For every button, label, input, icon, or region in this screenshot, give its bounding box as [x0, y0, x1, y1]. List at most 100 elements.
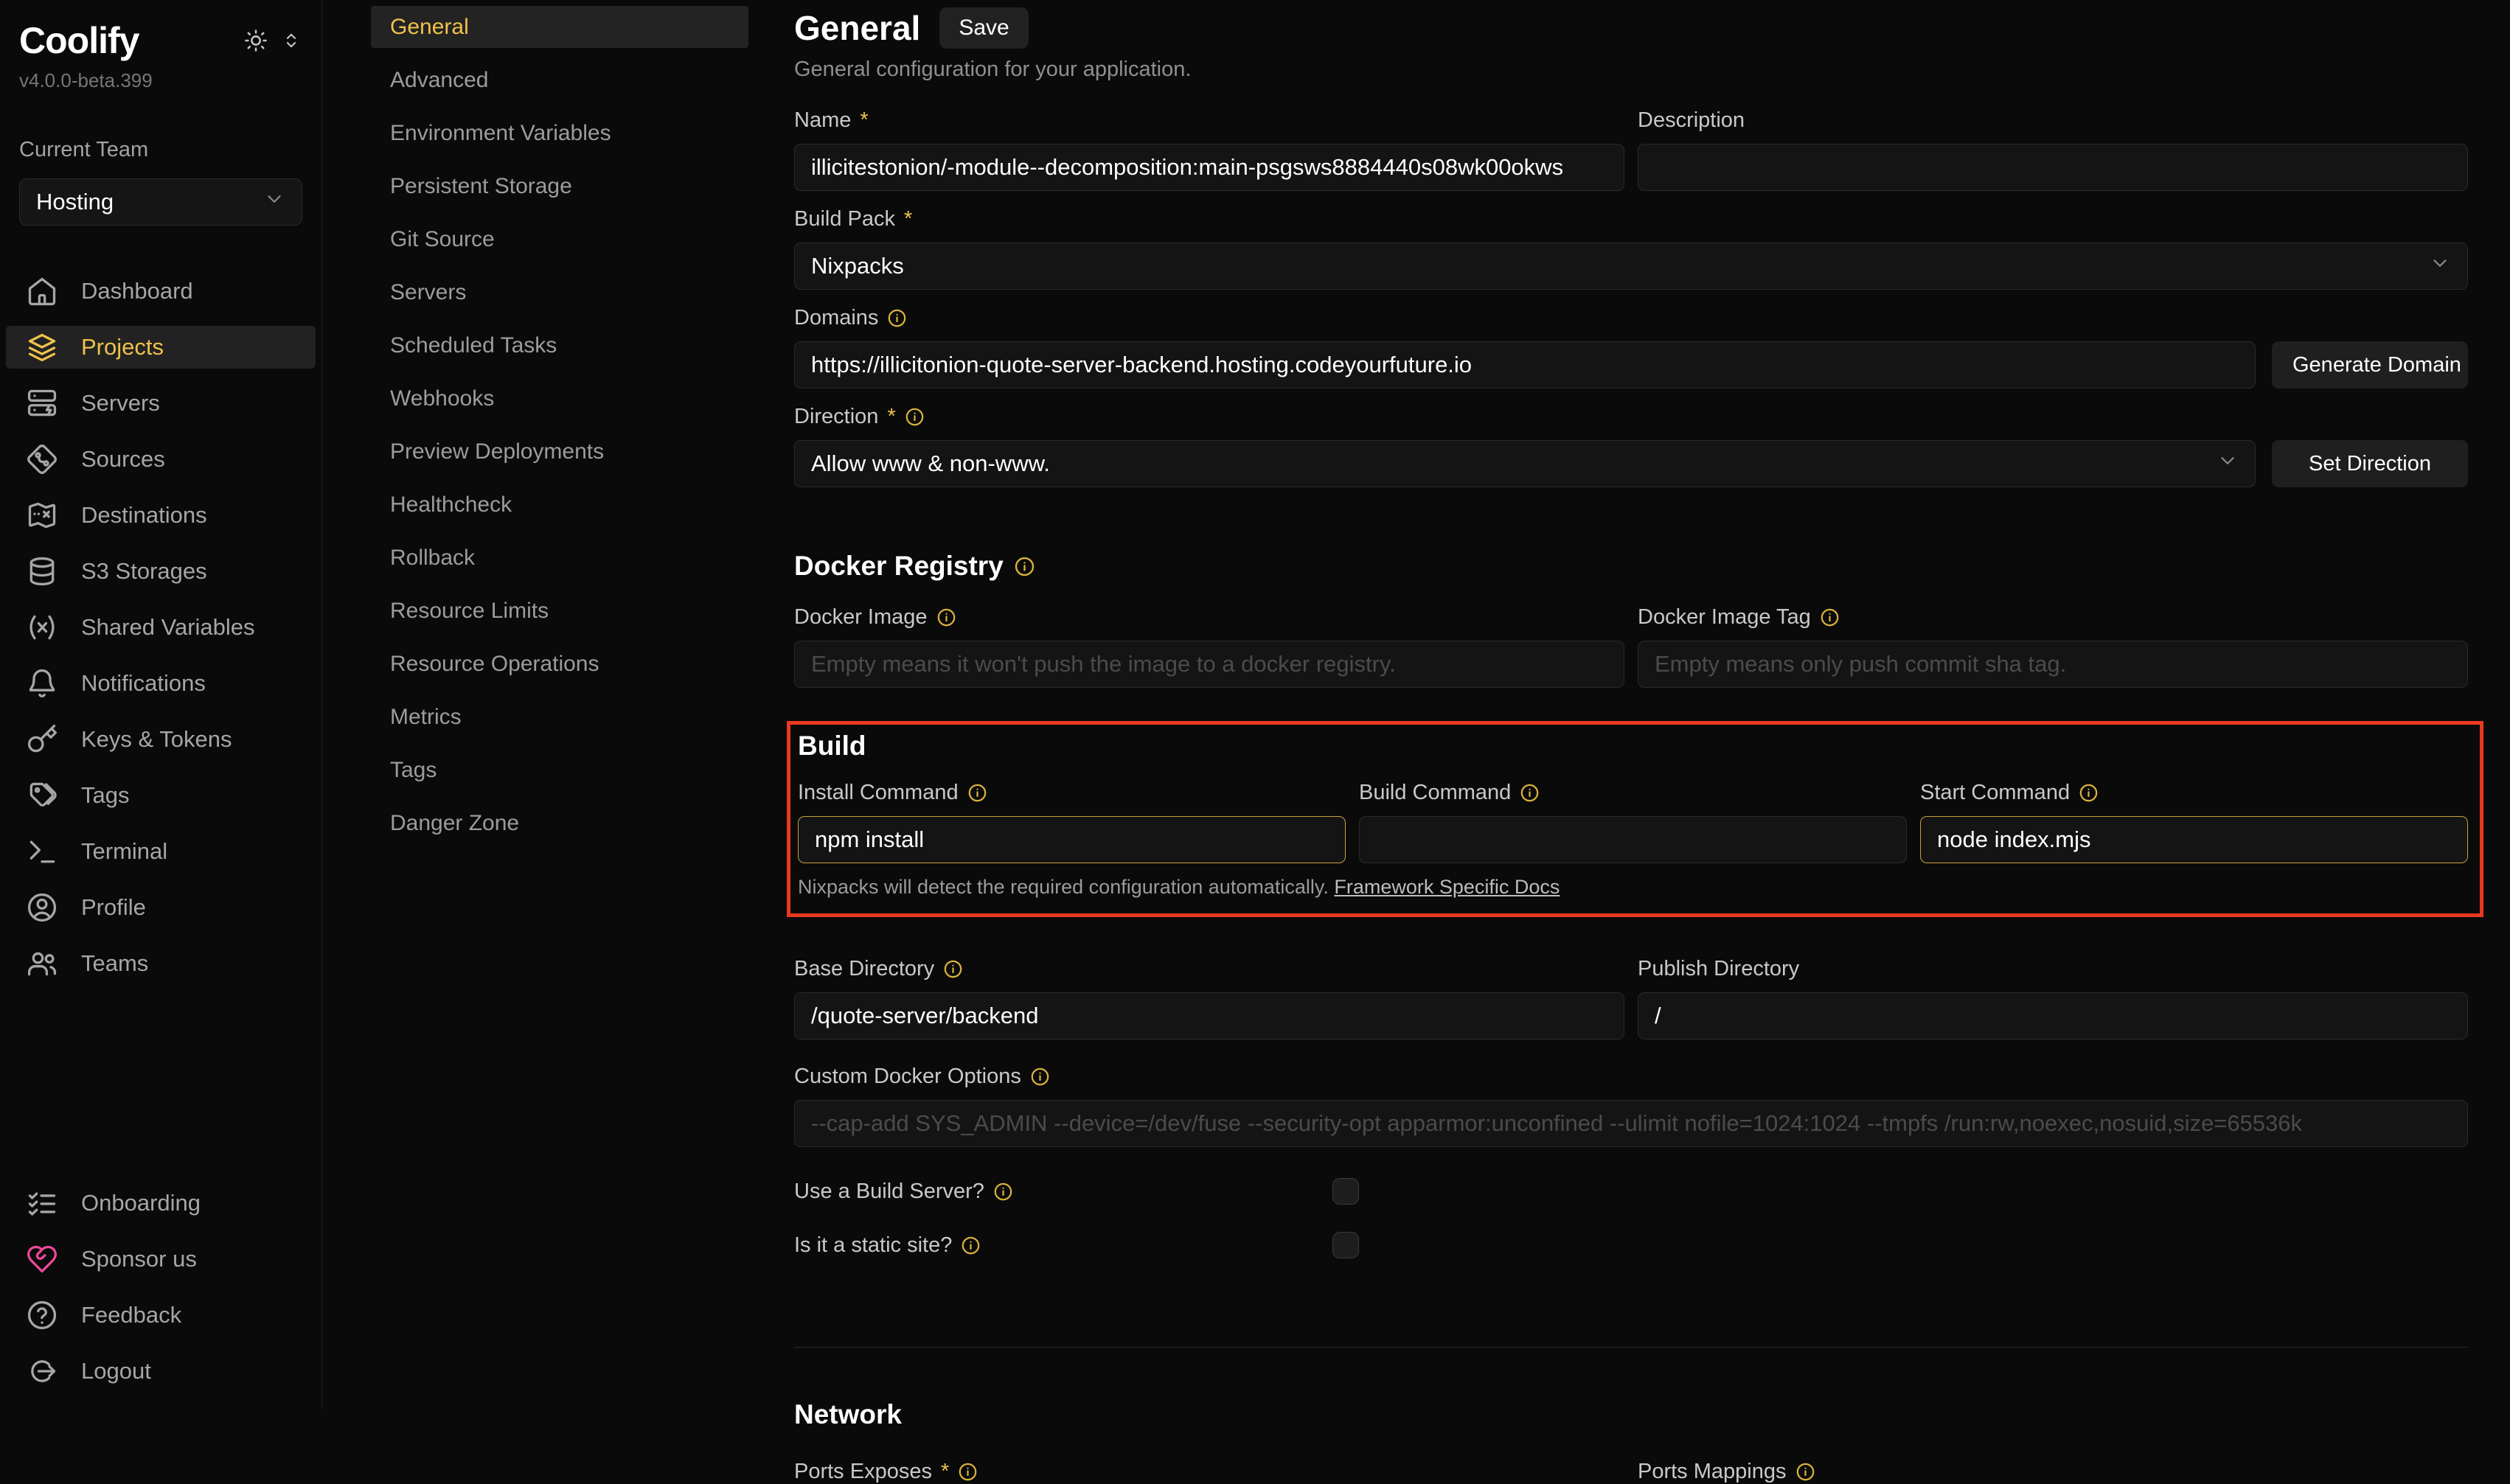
subnav-item[interactable]: General: [371, 6, 748, 48]
layers-icon: [25, 330, 59, 364]
chevrons-up-down-icon[interactable]: [280, 29, 302, 55]
docker-image-input[interactable]: [794, 641, 1624, 688]
info-icon[interactable]: [958, 1462, 978, 1482]
domains-input[interactable]: [794, 341, 2256, 389]
subnav-item[interactable]: Danger Zone: [371, 802, 748, 844]
subnav-item[interactable]: Preview Deployments: [371, 431, 748, 473]
docker-image-tag-label: Docker Image Tag: [1638, 605, 2468, 630]
save-button[interactable]: Save: [939, 7, 1028, 49]
set-direction-button[interactable]: Set Direction: [2272, 440, 2468, 487]
info-icon[interactable]: [2079, 783, 2099, 803]
build-pack-label: Build Pack*: [794, 207, 2468, 231]
map-icon: [25, 498, 59, 532]
sidebar-item[interactable]: Shared Variables: [6, 606, 316, 649]
sidebar-item[interactable]: Feedback: [6, 1294, 316, 1337]
info-icon[interactable]: [1030, 1067, 1050, 1087]
install-command-input[interactable]: [798, 816, 1346, 863]
sidebar-item[interactable]: Keys & Tokens: [6, 718, 316, 761]
sidebar-item[interactable]: Destinations: [6, 494, 316, 537]
sidebar-item-label: Projects: [81, 334, 164, 360]
subnav-item-label: Advanced: [390, 68, 488, 93]
sidebar-item[interactable]: Notifications: [6, 662, 316, 705]
sidebar-item[interactable]: Sources: [6, 438, 316, 481]
subnav-item[interactable]: Resource Limits: [371, 590, 748, 632]
sidebar-item[interactable]: Dashboard: [6, 270, 316, 313]
sidebar-item-label: Profile: [81, 894, 146, 921]
subnav-item[interactable]: Healthcheck: [371, 484, 748, 526]
info-icon[interactable]: [887, 308, 907, 328]
use-build-server-checkbox[interactable]: [1332, 1178, 1359, 1205]
name-input[interactable]: [794, 144, 1624, 191]
custom-docker-options-input[interactable]: [794, 1100, 2468, 1147]
subnav-item[interactable]: Resource Operations: [371, 643, 748, 685]
subnav-item[interactable]: Webhooks: [371, 377, 748, 419]
start-command-input[interactable]: [1920, 816, 2468, 863]
subnav-item[interactable]: Advanced: [371, 59, 748, 101]
sidebar-item[interactable]: Sponsor us: [6, 1238, 316, 1281]
build-command-input[interactable]: [1359, 816, 1907, 863]
sidebar-item[interactable]: Teams: [6, 942, 316, 985]
subnav-item[interactable]: Metrics: [371, 696, 748, 738]
sidebar-item-label: S3 Storages: [81, 558, 207, 585]
docker-registry-heading: Docker Registry: [794, 551, 2468, 582]
server-icon: [25, 386, 59, 420]
key-icon: [25, 722, 59, 756]
sun-icon[interactable]: [243, 28, 268, 57]
subnav-item-label: Webhooks: [390, 386, 494, 411]
sidebar-item[interactable]: Servers: [6, 382, 316, 425]
info-icon[interactable]: [1795, 1462, 1815, 1482]
sidebar-item-label: Onboarding: [81, 1190, 201, 1216]
subnav-item[interactable]: Servers: [371, 271, 748, 313]
section-divider: [794, 1347, 2468, 1348]
sidebar-item[interactable]: Logout: [6, 1350, 316, 1393]
sidebar-item[interactable]: Terminal: [6, 830, 316, 873]
info-icon[interactable]: [936, 607, 956, 627]
info-icon[interactable]: [961, 1236, 981, 1255]
subnav-item-label: Rollback: [390, 546, 475, 571]
direction-select[interactable]: Allow www & non-www.: [794, 440, 2256, 487]
description-input[interactable]: [1638, 144, 2468, 191]
subnav-item[interactable]: Rollback: [371, 537, 748, 579]
docker-image-tag-input[interactable]: [1638, 641, 2468, 688]
start-command-label: Start Command: [1920, 781, 2468, 805]
info-icon[interactable]: [943, 959, 963, 979]
info-icon[interactable]: [967, 783, 987, 803]
team-select-value: Hosting: [36, 189, 114, 215]
terminal-icon: [25, 835, 59, 868]
sidebar-item[interactable]: Onboarding: [6, 1182, 316, 1225]
info-icon[interactable]: [1520, 783, 1540, 803]
page-subtitle: General configuration for your applicati…: [794, 58, 2468, 82]
static-site-checkbox[interactable]: [1332, 1232, 1359, 1258]
build-pack-select[interactable]: Nixpacks: [794, 243, 2468, 290]
team-select[interactable]: Hosting: [19, 178, 302, 226]
sidebar-item-label: Keys & Tokens: [81, 726, 232, 753]
publish-directory-input[interactable]: [1638, 992, 2468, 1039]
subnav-item-label: Resource Limits: [390, 599, 549, 624]
git-icon: [25, 442, 59, 476]
subnav-item-label: Danger Zone: [390, 811, 519, 836]
subnav-item[interactable]: Git Source: [371, 218, 748, 260]
subnav-item[interactable]: Tags: [371, 749, 748, 791]
subnav-item[interactable]: Persistent Storage: [371, 165, 748, 207]
info-icon[interactable]: [905, 407, 925, 427]
generate-domain-button[interactable]: Generate Domain: [2272, 341, 2468, 389]
direction-value: Allow www & non-www.: [811, 450, 1050, 477]
subnav-item[interactable]: Scheduled Tasks: [371, 324, 748, 366]
app-logo: Coolify: [19, 22, 139, 59]
page-title: General: [794, 8, 920, 48]
sidebar-item[interactable]: Tags: [6, 774, 316, 817]
subnav-item[interactable]: Environment Variables: [371, 112, 748, 154]
sidebar-item[interactable]: Projects: [6, 326, 316, 369]
base-directory-input[interactable]: [794, 992, 1624, 1039]
base-directory-label: Base Directory: [794, 957, 1624, 981]
sidebar-item[interactable]: S3 Storages: [6, 550, 316, 593]
sidebar-item-label: Tags: [81, 782, 129, 809]
info-icon[interactable]: [1820, 607, 1840, 627]
name-label: Name*: [794, 108, 1624, 133]
subnav-item-label: Scheduled Tasks: [390, 333, 557, 358]
sidebar-item[interactable]: Profile: [6, 886, 316, 929]
info-icon[interactable]: [993, 1182, 1013, 1202]
framework-docs-link[interactable]: Framework Specific Docs: [1334, 876, 1560, 898]
info-icon[interactable]: [1014, 556, 1035, 577]
checklist-icon: [25, 1186, 59, 1220]
